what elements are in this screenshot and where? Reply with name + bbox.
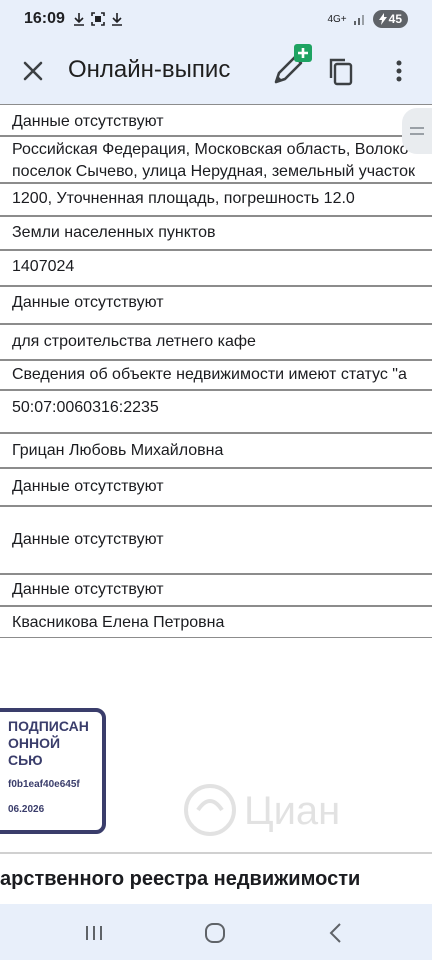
watermark-logo: Циан: [184, 784, 340, 836]
app-toolbar: Онлайн-выпис: [0, 38, 432, 104]
cell-text: поселок Сычево, улица Нерудная, земельны…: [12, 163, 415, 180]
more-vert-icon[interactable]: [384, 56, 414, 86]
status-bar: 16:09 4G+ 45: [0, 0, 432, 38]
cell-text: Данные отсутствуют: [12, 581, 164, 598]
table-row: Данные отсутствуют: [0, 286, 432, 324]
signal-icon: [353, 15, 364, 25]
copy-icon[interactable]: [326, 56, 356, 86]
cell-text: 1200, Уточненная площадь, погрешность 12…: [12, 190, 355, 207]
cell-text: Грицан Любовь Михайловна: [12, 442, 224, 459]
battery-indicator: 45: [372, 10, 408, 28]
watermark-text: Циан: [244, 789, 340, 833]
status-time: 16:09: [24, 10, 65, 27]
stamp-line: СЬЮ: [8, 752, 43, 768]
cell-text: Данные отсутствуют: [12, 531, 164, 548]
table-row: 1407024: [0, 250, 432, 286]
cell-text: Сведения об объекте недвижимости имеют с…: [12, 366, 407, 383]
home-icon[interactable]: [195, 918, 235, 948]
back-icon[interactable]: [316, 918, 356, 948]
status-icons: [73, 12, 123, 26]
stamp-certificate: f0b1eaf40e645f: [8, 779, 80, 790]
charging-icon: [378, 13, 387, 25]
table-row: 50:07:0060316:2235: [0, 390, 432, 426]
cell-text: Данные отсутствуют: [12, 113, 164, 130]
cell-text: 50:07:0060316:2235: [12, 399, 159, 416]
stamp-line: ПОДПИСАН: [8, 718, 89, 734]
screenshot-icon: [91, 12, 105, 26]
table-row: Сведения об объекте недвижимости имеют с…: [0, 360, 432, 390]
table-row: Данные отсутствуют: [0, 506, 432, 574]
close-icon[interactable]: [18, 56, 48, 86]
table-row: Данные отсутствуют: [0, 574, 432, 606]
table-row: Данные отсутствуют: [0, 468, 432, 506]
system-nav-bar: [0, 904, 432, 960]
table-row: для строительства летнего кафе: [0, 324, 432, 360]
cell-text: Квасникова Елена Петровна: [12, 614, 225, 631]
network-type: 4G+: [327, 13, 347, 25]
section-divider: [0, 852, 432, 854]
cell-text: Земли населенных пунктов: [12, 224, 216, 241]
cell-text: Данные отсутствуют: [12, 294, 164, 311]
cell-text: 1407024: [12, 258, 75, 275]
table-row: Данные отсутствуют: [0, 104, 432, 136]
download-icon: [73, 13, 84, 26]
cell-text: Данные отсутствуют: [12, 478, 164, 495]
battery-level: 45: [388, 12, 402, 26]
stamp-line: ОННОЙ: [8, 735, 61, 751]
table-row: Земли населенных пунктов: [0, 216, 432, 250]
cell-text: Российская Федерация, Московская область…: [12, 141, 409, 158]
signature-stamp: ПОДПИСАН ОННОЙ СЬЮ f0b1eaf40e645f 06.202…: [0, 708, 106, 834]
status-right: 4G+ 45: [327, 10, 408, 28]
download-icon: [111, 13, 122, 26]
recent-apps-icon[interactable]: [74, 918, 114, 948]
page-title: Онлайн-выпис: [68, 56, 231, 83]
table-row: Российская Федерация, Московская область…: [0, 136, 432, 184]
cell-text: для строительства летнего кафе: [12, 333, 256, 350]
registry-heading: арственного реестра недвижимости: [0, 868, 361, 890]
edit-add-icon[interactable]: [268, 42, 316, 90]
stamp-date: 06.2026: [8, 804, 45, 815]
table-row: Квасникова Елена Петровна: [0, 606, 432, 638]
status-left: 16:09: [24, 10, 123, 28]
scroll-handle[interactable]: [402, 108, 432, 154]
table-row: Грицан Любовь Михайловна: [0, 432, 432, 468]
table-row: 1200, Уточненная площадь, погрешность 12…: [0, 182, 432, 216]
